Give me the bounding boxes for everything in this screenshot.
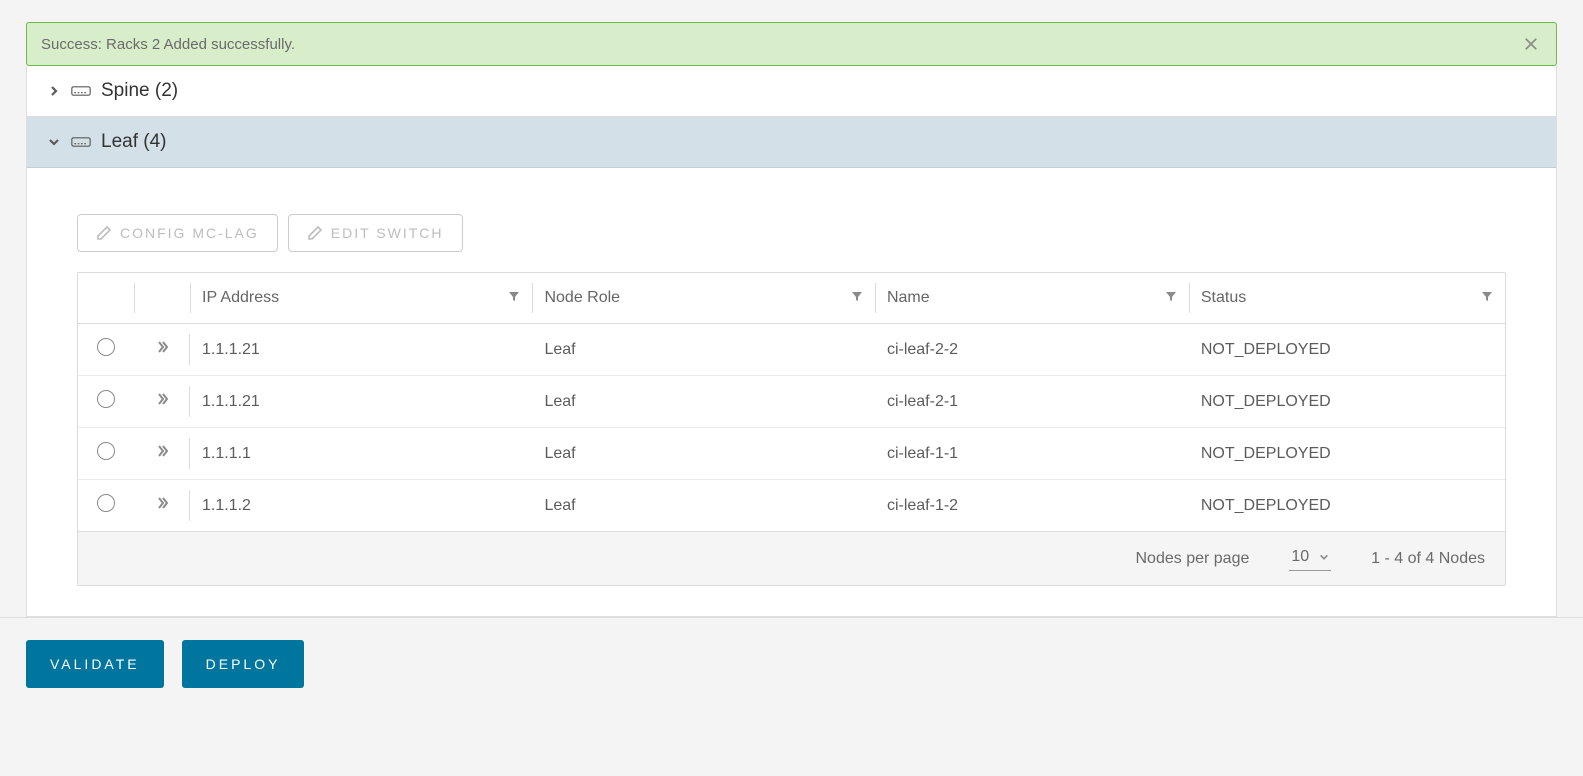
cell-role: Leaf	[532, 324, 874, 376]
row-expand-icon[interactable]	[154, 391, 170, 407]
column-ip-label: IP Address	[202, 289, 279, 307]
filter-icon[interactable]	[508, 289, 520, 307]
config-mc-lag-label: CONFIG MC-LAG	[120, 225, 259, 241]
leaf-toolbar: CONFIG MC-LAG EDIT SWITCH	[77, 214, 1506, 252]
cell-status: NOT_DEPLOYED	[1189, 376, 1505, 428]
table-row: 1.1.1.2Leafci-leaf-1-2NOT_DEPLOYED	[78, 480, 1505, 532]
cell-name: ci-leaf-1-1	[875, 428, 1189, 480]
pencil-icon	[96, 225, 112, 241]
cell-ip: 1.1.1.1	[190, 428, 532, 480]
cell-name: ci-leaf-2-2	[875, 324, 1189, 376]
chevron-right-icon	[47, 84, 61, 98]
per-page-select[interactable]: 10	[1289, 546, 1331, 571]
accordion-label-spine: Spine (2)	[101, 80, 178, 102]
success-alert: Success: Racks 2 Added successfully.	[26, 22, 1557, 66]
column-status-label: Status	[1201, 289, 1246, 307]
row-expand-icon[interactable]	[154, 339, 170, 355]
per-page-value: 10	[1291, 548, 1309, 566]
table-header-row: IP Address Node Role	[78, 273, 1505, 324]
device-groups-panel: Spine (2) Leaf (4) CONFIG MC-LAG	[26, 66, 1557, 617]
switch-icon	[71, 135, 91, 149]
column-role[interactable]: Node Role	[532, 273, 874, 324]
pagination-range: 1 - 4 of 4 Nodes	[1371, 550, 1485, 568]
cell-role: Leaf	[532, 428, 874, 480]
cell-status: NOT_DEPLOYED	[1189, 428, 1505, 480]
row-expand-icon[interactable]	[154, 443, 170, 459]
success-alert-text: Success: Racks 2 Added successfully.	[41, 36, 295, 53]
cell-role: Leaf	[532, 376, 874, 428]
table-footer: Nodes per page 10 1 - 4 of 4 Nodes	[78, 531, 1505, 585]
deploy-label: DEPLOY	[206, 656, 281, 672]
column-ip[interactable]: IP Address	[190, 273, 532, 324]
cell-name: ci-leaf-2-1	[875, 376, 1189, 428]
cell-ip: 1.1.1.21	[190, 324, 532, 376]
validate-label: VALIDATE	[50, 656, 140, 672]
chevron-down-icon	[47, 135, 61, 149]
column-name-label: Name	[887, 289, 930, 307]
close-icon[interactable]	[1520, 33, 1542, 55]
edit-switch-button[interactable]: EDIT SWITCH	[288, 214, 463, 252]
column-expand	[134, 273, 190, 324]
column-select	[78, 273, 134, 324]
cell-ip: 1.1.1.2	[190, 480, 532, 532]
accordion-header-leaf[interactable]: Leaf (4)	[27, 117, 1556, 168]
cell-ip: 1.1.1.21	[190, 376, 532, 428]
filter-icon[interactable]	[1481, 289, 1493, 307]
row-select-radio[interactable]	[97, 494, 115, 512]
validate-button[interactable]: VALIDATE	[26, 640, 164, 688]
edit-switch-label: EDIT SWITCH	[331, 225, 444, 241]
accordion-label-leaf: Leaf (4)	[101, 131, 166, 153]
deploy-button[interactable]: DEPLOY	[182, 640, 305, 688]
column-role-label: Node Role	[544, 289, 620, 307]
switch-icon	[71, 84, 91, 98]
filter-icon[interactable]	[1165, 289, 1177, 307]
row-select-radio[interactable]	[97, 442, 115, 460]
column-status[interactable]: Status	[1189, 273, 1505, 324]
column-name[interactable]: Name	[875, 273, 1189, 324]
table-row: 1.1.1.21Leafci-leaf-2-1NOT_DEPLOYED	[78, 376, 1505, 428]
row-expand-icon[interactable]	[154, 495, 170, 511]
filter-icon[interactable]	[851, 289, 863, 307]
cell-status: NOT_DEPLOYED	[1189, 324, 1505, 376]
accordion-body-leaf: CONFIG MC-LAG EDIT SWITCH	[27, 168, 1556, 616]
table-row: 1.1.1.21Leafci-leaf-2-2NOT_DEPLOYED	[78, 324, 1505, 376]
row-select-radio[interactable]	[97, 338, 115, 356]
pencil-icon	[307, 225, 323, 241]
row-select-radio[interactable]	[97, 390, 115, 408]
cell-role: Leaf	[532, 480, 874, 532]
cell-name: ci-leaf-1-2	[875, 480, 1189, 532]
action-bar: VALIDATE DEPLOY	[0, 617, 1583, 710]
per-page-label: Nodes per page	[1136, 550, 1250, 568]
config-mc-lag-button[interactable]: CONFIG MC-LAG	[77, 214, 278, 252]
leaf-table: IP Address Node Role	[77, 272, 1506, 586]
table-row: 1.1.1.1Leafci-leaf-1-1NOT_DEPLOYED	[78, 428, 1505, 480]
accordion-header-spine[interactable]: Spine (2)	[27, 66, 1556, 117]
cell-status: NOT_DEPLOYED	[1189, 480, 1505, 532]
